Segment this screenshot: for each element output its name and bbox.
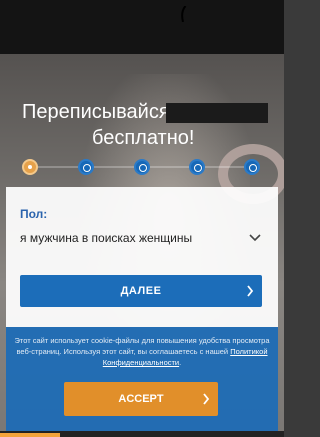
bottom-progress-bar [0,431,284,437]
step-dot-4 [189,159,205,175]
chevron-right-icon [203,393,210,405]
step-indicator [22,157,262,177]
gender-select-value: я мужчина в поисках женщины [20,231,193,245]
cookie-text-end: . [179,358,182,367]
chevron-right-icon [247,285,254,297]
signup-card: Пол: я мужчина в поисках женщины ДАЛЕЕ [6,187,278,327]
next-button-label: ДАЛЕЕ [120,285,162,297]
accept-button-label: ACCEPT [118,393,164,405]
gender-select[interactable]: я мужчина в поисках женщины [20,231,264,251]
gender-label: Пол: [20,207,48,221]
step-dot-3 [134,159,150,175]
step-dot-5 [244,159,260,175]
chevron-down-icon [249,234,261,242]
cookie-text: Этот сайт использует cookie-файлы для по… [12,335,272,368]
headline-line-1: Переписывайся [22,101,170,123]
bottom-progress-fill [0,433,60,437]
step-dot-2 [78,159,94,175]
headline-line-2: бесплатно! [92,127,195,149]
next-button[interactable]: ДАЛЕЕ [20,275,262,307]
accept-cookies-button[interactable]: ACCEPT [64,382,218,416]
step-dot-1 [22,159,38,175]
top-bar [0,0,284,54]
redacted-block [166,103,268,123]
logo-mark-icon [181,6,187,22]
cookie-banner: Этот сайт использует cookie-файлы для по… [6,327,278,431]
